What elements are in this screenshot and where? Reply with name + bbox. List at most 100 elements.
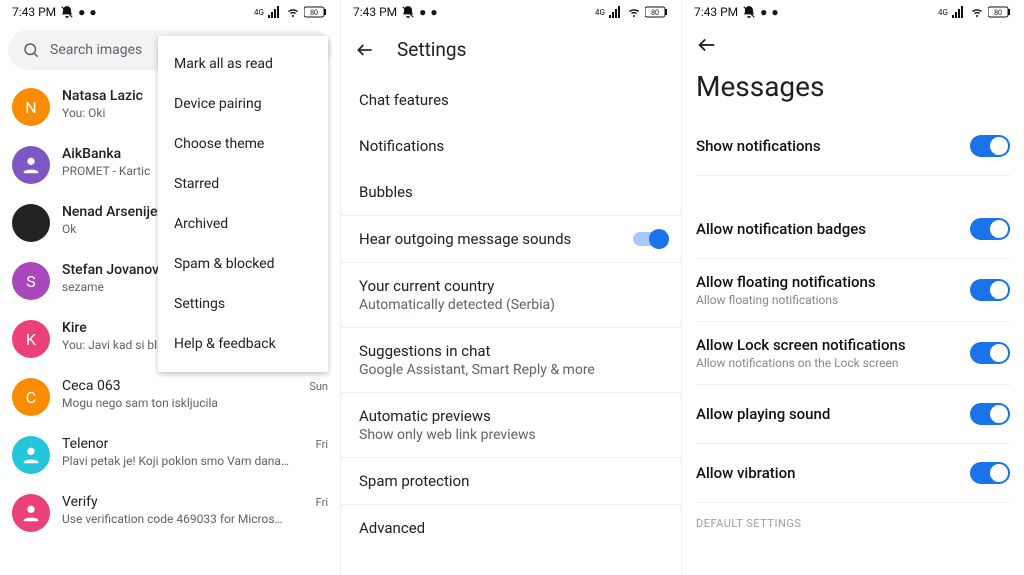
status-bar: 7:43 PM ● ● 4G 80	[682, 0, 1024, 24]
signal-icon	[609, 6, 623, 18]
setting-title: Allow floating notifications	[696, 273, 876, 291]
settings-item[interactable]: Chat features	[341, 77, 681, 123]
toggle-switch[interactable]	[970, 342, 1010, 364]
setting-title: Allow Lock screen notifications	[696, 336, 906, 354]
conversation-name: Stefan Jovanov	[62, 262, 159, 278]
setting-title: Allow playing sound	[696, 405, 830, 423]
settings-item-subtitle: Show only web link previews	[359, 427, 663, 443]
notification-setting-item[interactable]: Allow notification badges	[696, 200, 1010, 259]
conversation-item[interactable]: VerifyFriUse verification code 469033 fo…	[0, 484, 340, 542]
back-icon[interactable]	[696, 34, 1010, 60]
status-bar: 7:43 PM ● ● 4G 80	[0, 0, 340, 24]
wifi-icon	[286, 6, 300, 18]
notification-setting-item[interactable]: Allow floating notifications Allow floati…	[696, 259, 1010, 322]
network-label: 4G	[595, 8, 605, 17]
setting-subtitle: Allow notifications on the Lock screen	[696, 356, 906, 370]
menu-item[interactable]: Starred	[158, 164, 328, 204]
toggle-switch[interactable]	[970, 135, 1010, 157]
status-time: 7:43 PM	[353, 5, 397, 19]
menu-item[interactable]: Help & feedback	[158, 324, 328, 364]
battery-icon: 80	[988, 6, 1012, 18]
menu-item[interactable]: Choose theme	[158, 124, 328, 164]
settings-item[interactable]: Hear outgoing message sounds	[341, 216, 681, 263]
messenger-icon-2: ●	[771, 5, 778, 19]
settings-item[interactable]: Bubbles	[341, 169, 681, 216]
conversation-name: Ceca 063	[62, 378, 121, 394]
menu-item[interactable]: Mark all as read	[158, 44, 328, 84]
toggle-switch[interactable]	[970, 218, 1010, 240]
network-label: 4G	[254, 8, 264, 17]
notification-setting-item[interactable]: Allow Lock screen notifications Allow not…	[696, 322, 1010, 385]
toggle-switch[interactable]	[970, 279, 1010, 301]
svg-text:80: 80	[994, 9, 1002, 17]
messenger-icon: ●	[419, 5, 426, 19]
setting-subtitle: Allow floating notifications	[696, 293, 876, 307]
wifi-icon	[627, 6, 641, 18]
page-title: Messages	[696, 70, 1010, 117]
conversation-date: Fri	[316, 438, 328, 451]
settings-item-title: Your current country	[359, 277, 663, 295]
menu-item[interactable]: Archived	[158, 204, 328, 244]
settings-item[interactable]: Notifications	[341, 123, 681, 169]
dnd-icon	[742, 5, 756, 19]
search-placeholder: Search images	[50, 42, 142, 58]
toggle-switch[interactable]	[970, 403, 1010, 425]
settings-item[interactable]: Your current country Automatically detect…	[341, 263, 681, 328]
settings-item[interactable]: Advanced	[341, 505, 681, 551]
avatar: S	[12, 262, 50, 300]
setting-title: Allow notification badges	[696, 220, 866, 238]
conversation-name: Nenad Arsenije	[62, 204, 157, 220]
conversation-snippet: Mogu nego sam ton iskljucila	[62, 396, 328, 410]
menu-item[interactable]: Spam & blocked	[158, 244, 328, 284]
setting-title: Allow vibration	[696, 464, 795, 482]
signal-icon	[952, 6, 966, 18]
settings-list: Chat features Notifications Bubbles Hear ou…	[341, 71, 681, 551]
conversation-date: Fri	[316, 496, 328, 509]
settings-item-title: Notifications	[359, 137, 663, 155]
avatar	[12, 204, 50, 242]
status-time: 7:43 PM	[694, 5, 738, 19]
avatar: C	[12, 378, 50, 416]
messages-app-settings: 7:43 PM ● ● 4G 80 Settings Chat features…	[341, 0, 682, 575]
wifi-icon	[970, 6, 984, 18]
avatar	[12, 146, 50, 184]
settings-item-subtitle: Automatically detected (Serbia)	[359, 297, 663, 313]
menu-item[interactable]: Settings	[158, 284, 328, 324]
notification-settings-list: Show notifications Allow notification bad…	[682, 117, 1024, 530]
battery-icon: 80	[645, 6, 669, 18]
conversation-name: AikBanka	[62, 146, 121, 162]
conversation-snippet: Plavi petak je! Koji poklon smo Vam dana…	[62, 454, 328, 468]
back-icon[interactable]	[355, 40, 375, 60]
settings-title: Settings	[397, 38, 466, 61]
avatar: K	[12, 320, 50, 358]
settings-item-title: Bubbles	[359, 183, 663, 201]
svg-text:80: 80	[310, 9, 318, 17]
avatar	[12, 436, 50, 474]
conversation-item[interactable]: C Ceca 063 Sun Mogu nego sam ton iskljucil…	[0, 368, 340, 426]
messenger-icon-2: ●	[89, 5, 96, 19]
settings-item-title: Automatic previews	[359, 407, 663, 425]
avatar	[12, 494, 50, 532]
settings-item[interactable]: Spam protection	[341, 458, 681, 505]
toggle-switch[interactable]	[970, 462, 1010, 484]
conversation-date: Sun	[309, 380, 328, 393]
notification-setting-item[interactable]: Allow vibration	[696, 444, 1010, 503]
conversation-name: Kire	[62, 320, 87, 336]
notification-setting-item[interactable]: Allow playing sound	[696, 385, 1010, 444]
settings-item[interactable]: Suggestions in chatGoogle Assistant, Sma…	[341, 328, 681, 393]
notification-setting-item[interactable]: Show notifications	[696, 117, 1010, 176]
settings-item-title: Hear outgoing message sounds	[359, 230, 571, 248]
settings-item-title: Advanced	[359, 519, 663, 537]
settings-item[interactable]: Automatic previews Show only web link pre…	[341, 393, 681, 458]
menu-item[interactable]: Device pairing	[158, 84, 328, 124]
settings-header: Settings	[341, 24, 681, 71]
status-bar: 7:43 PM ● ● 4G 80	[341, 0, 681, 24]
settings-item-title: Suggestions in chat	[359, 342, 663, 360]
conversation-item[interactable]: TelenorFriPlavi petak je! Koji poklon sm…	[0, 426, 340, 484]
network-label: 4G	[938, 8, 948, 17]
signal-icon	[268, 6, 282, 18]
messenger-icon-2: ●	[430, 5, 437, 19]
conversation-name: Natasa Lazic	[62, 88, 143, 104]
toggle-switch[interactable]	[633, 232, 667, 246]
svg-text:80: 80	[651, 9, 659, 17]
